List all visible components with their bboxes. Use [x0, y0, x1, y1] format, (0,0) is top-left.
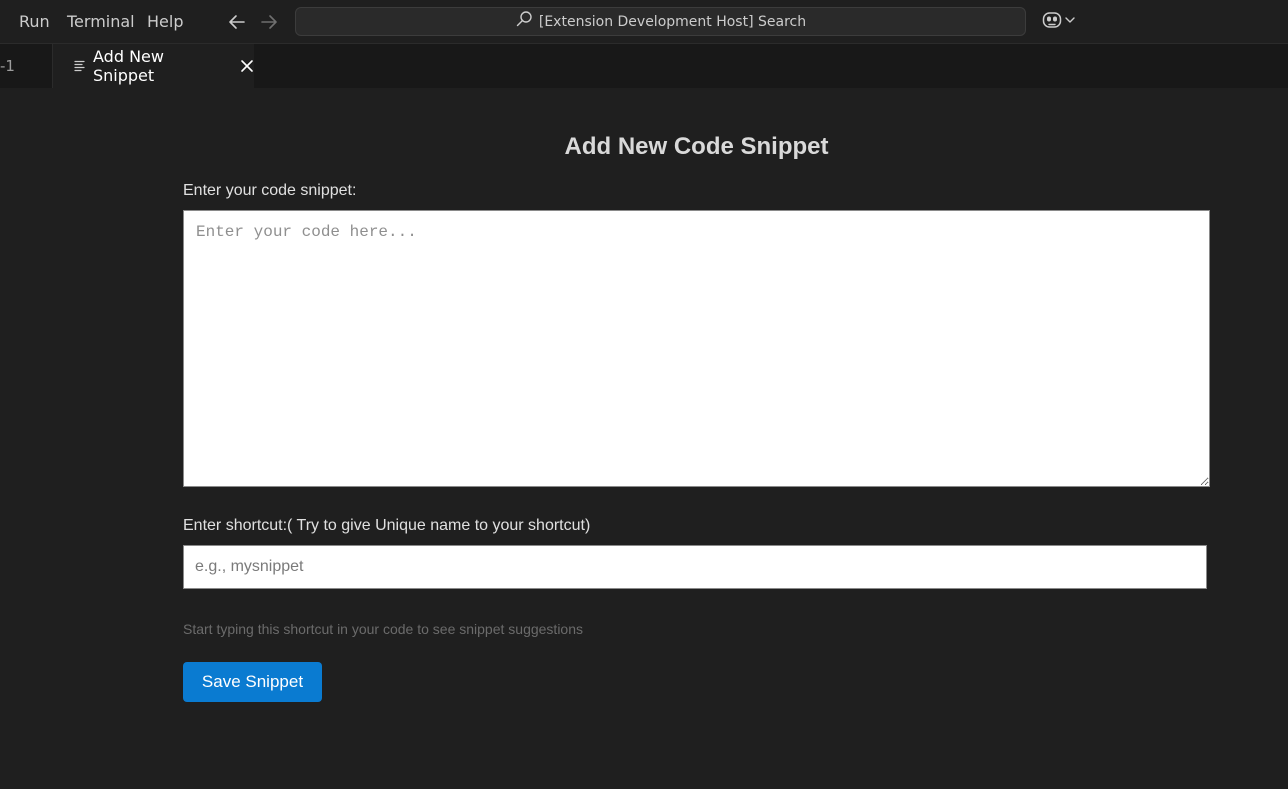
tab-label: Add New Snippet — [93, 47, 164, 85]
tab-previous[interactable]: -1 — [0, 44, 53, 88]
arrow-right-icon[interactable] — [258, 11, 280, 33]
menu-run[interactable]: Run — [19, 12, 50, 32]
search-icon — [515, 10, 533, 33]
close-icon[interactable] — [240, 59, 254, 73]
chevron-down-icon — [1063, 13, 1077, 32]
menu-help[interactable]: Help — [147, 12, 183, 32]
code-snippet-label: Enter your code snippet: — [183, 182, 357, 199]
arrow-left-icon[interactable] — [226, 11, 248, 33]
shortcut-hint: Start typing this shortcut in your code … — [183, 621, 584, 637]
tab-previous-label: -1 — [0, 57, 15, 75]
file-lines-icon — [73, 59, 87, 73]
copilot-menu[interactable] — [1041, 11, 1081, 33]
tab-bar: -1 Add New Snippet — [0, 44, 1288, 88]
command-center-search[interactable]: [Extension Development Host] Search — [295, 7, 1026, 36]
menu-terminal[interactable]: Terminal — [67, 12, 135, 32]
title-bar: Run Terminal Help [Extension Development… — [0, 0, 1288, 44]
code-snippet-input[interactable] — [183, 210, 1210, 487]
page-title: Add New Code Snippet — [564, 133, 829, 160]
shortcut-label: Enter shortcut:( Try to give Unique name… — [183, 517, 591, 534]
copilot-icon — [1041, 9, 1063, 36]
save-snippet-button[interactable]: Save Snippet — [183, 662, 322, 702]
shortcut-input[interactable] — [183, 545, 1207, 589]
search-text: [Extension Development Host] Search — [538, 13, 807, 30]
tab-add-new-snippet[interactable]: Add New Snippet — [53, 44, 254, 88]
